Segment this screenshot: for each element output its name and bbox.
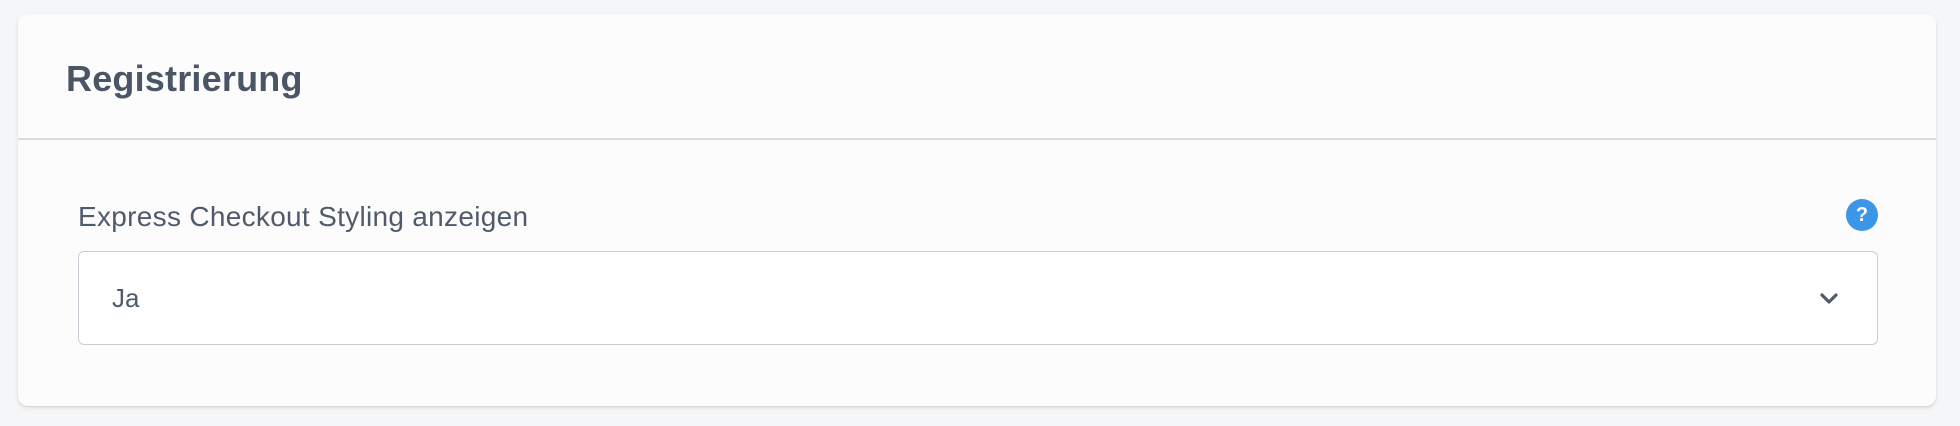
express-checkout-styling-select[interactable]: Ja: [78, 251, 1878, 345]
registration-card: Registrierung Express Checkout Styling a…: [18, 14, 1936, 406]
chevron-down-icon: [1820, 293, 1838, 304]
help-icon[interactable]: ?: [1846, 199, 1878, 231]
card-header: Registrierung: [18, 14, 1936, 140]
section-title: Registrierung: [66, 58, 303, 99]
card-body: Express Checkout Styling anzeigen ? Ja: [18, 140, 1936, 406]
express-checkout-styling-label: Express Checkout Styling anzeigen: [78, 201, 529, 232]
select-value: Ja: [112, 283, 140, 313]
